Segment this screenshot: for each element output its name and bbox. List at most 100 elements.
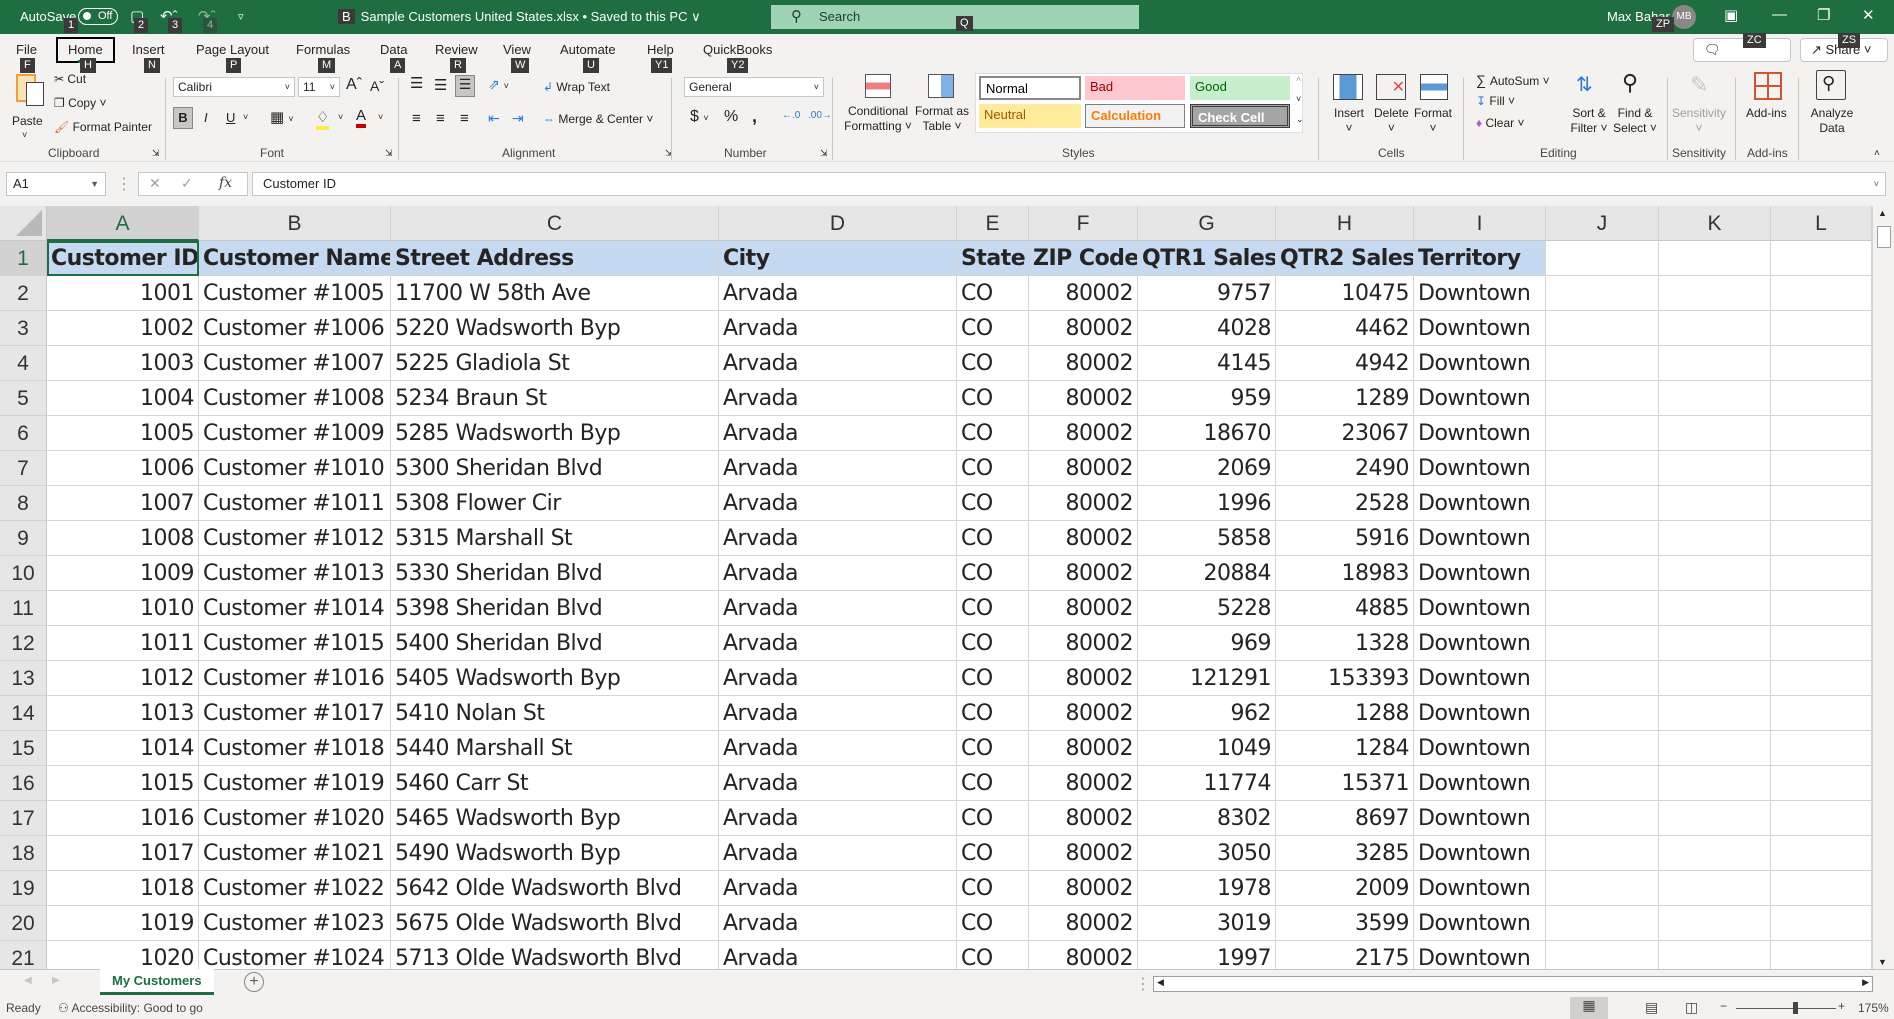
table-cell[interactable]: [1659, 591, 1771, 626]
align-bottom-icon[interactable]: ☰: [455, 75, 475, 97]
font-name-dropdown[interactable]: Calibri ˅: [173, 77, 295, 97]
table-cell[interactable]: [1771, 766, 1872, 801]
table-cell[interactable]: Arvada: [719, 801, 957, 836]
table-cell[interactable]: 4885: [1276, 591, 1414, 626]
table-cell[interactable]: [1546, 556, 1659, 591]
table-cell[interactable]: CO: [957, 311, 1029, 346]
table-cell[interactable]: [1659, 696, 1771, 731]
table-cell[interactable]: 1004: [47, 381, 199, 416]
table-cell[interactable]: 4028: [1138, 311, 1276, 346]
table-cell[interactable]: 3285: [1276, 836, 1414, 871]
percent-button[interactable]: %: [724, 108, 738, 126]
table-cell[interactable]: CO: [957, 731, 1029, 766]
borders-icon[interactable]: ▦ ˅: [270, 108, 294, 126]
table-cell[interactable]: 80002: [1029, 626, 1138, 661]
row-header[interactable]: 19: [0, 871, 47, 906]
tab-automate[interactable]: Automate: [560, 42, 616, 57]
row-header[interactable]: 5: [0, 381, 47, 416]
table-cell[interactable]: [1546, 451, 1659, 486]
table-cell[interactable]: 80002: [1029, 276, 1138, 311]
table-cell[interactable]: [1771, 836, 1872, 871]
table-cell[interactable]: Customer #1009: [199, 416, 391, 451]
zoom-in-icon[interactable]: +: [1838, 999, 1845, 1013]
table-cell[interactable]: [1546, 696, 1659, 731]
table-cell[interactable]: 5405 Wadsworth Byp: [391, 661, 719, 696]
table-cell[interactable]: [1546, 906, 1659, 941]
table-cell[interactable]: 80002: [1029, 836, 1138, 871]
header-cell[interactable]: Territory: [1414, 241, 1546, 276]
table-cell[interactable]: Customer #1014: [199, 591, 391, 626]
table-cell[interactable]: [1546, 661, 1659, 696]
table-cell[interactable]: 1011: [47, 626, 199, 661]
fill-button[interactable]: ↧ Fill ˅: [1476, 94, 1515, 108]
table-cell[interactable]: 1010: [47, 591, 199, 626]
table-cell[interactable]: Downtown: [1414, 661, 1546, 696]
gallery-down-icon[interactable]: ˅: [1296, 94, 1301, 104]
table-cell[interactable]: [1771, 346, 1872, 381]
table-cell[interactable]: Downtown: [1414, 521, 1546, 556]
font-color-dropdown-icon[interactable]: ˅: [378, 112, 383, 122]
table-cell[interactable]: 1007: [47, 486, 199, 521]
table-cell[interactable]: Arvada: [719, 591, 957, 626]
row-header[interactable]: 11: [0, 591, 47, 626]
table-cell[interactable]: 80002: [1029, 381, 1138, 416]
restore-icon[interactable]: ❐: [1817, 6, 1830, 24]
align-center-icon[interactable]: ≡: [436, 110, 445, 127]
table-cell[interactable]: Downtown: [1414, 346, 1546, 381]
table-cell[interactable]: Customer #1021: [199, 836, 391, 871]
header-cell[interactable]: State: [957, 241, 1029, 276]
decrease-font-icon[interactable]: Aˇ: [370, 78, 384, 94]
tab-page-layout[interactable]: Page Layout: [196, 42, 269, 57]
table-cell[interactable]: [1659, 766, 1771, 801]
table-cell[interactable]: CO: [957, 451, 1029, 486]
table-cell[interactable]: Customer #1007: [199, 346, 391, 381]
normal-view-icon[interactable]: ▦: [1570, 997, 1608, 1019]
table-cell[interactable]: 5285 Wadsworth Byp: [391, 416, 719, 451]
table-cell[interactable]: 3050: [1138, 836, 1276, 871]
header-cell[interactable]: Customer Name: [199, 241, 391, 276]
table-cell[interactable]: Customer #1013: [199, 556, 391, 591]
paste-button[interactable]: Paste: [12, 114, 43, 129]
table-cell[interactable]: 80002: [1029, 661, 1138, 696]
tab-quickbooks[interactable]: QuickBooks: [703, 42, 772, 57]
zoom-slider-thumb[interactable]: [1793, 1002, 1798, 1014]
table-cell[interactable]: [1771, 276, 1872, 311]
enter-icon[interactable]: ✓: [181, 175, 193, 192]
table-cell[interactable]: 153393: [1276, 661, 1414, 696]
bold-button[interactable]: B: [173, 107, 193, 129]
table-cell[interactable]: Arvada: [719, 696, 957, 731]
table-cell[interactable]: 80002: [1029, 416, 1138, 451]
table-cell[interactable]: 962: [1138, 696, 1276, 731]
table-cell[interactable]: Customer #1022: [199, 871, 391, 906]
table-cell[interactable]: CO: [957, 591, 1029, 626]
horizontal-scrollbar[interactable]: ◀ ▶: [1153, 976, 1873, 992]
table-cell[interactable]: Customer #1018: [199, 731, 391, 766]
zoom-level[interactable]: 175%: [1858, 1001, 1889, 1015]
table-cell[interactable]: 80002: [1029, 801, 1138, 836]
table-cell[interactable]: Downtown: [1414, 276, 1546, 311]
table-cell[interactable]: 11700 W 58th Ave: [391, 276, 719, 311]
row-header[interactable]: 6: [0, 416, 47, 451]
table-cell[interactable]: 1013: [47, 696, 199, 731]
table-cell[interactable]: Arvada: [719, 346, 957, 381]
table-cell[interactable]: 5220 Wadsworth Byp: [391, 311, 719, 346]
table-cell[interactable]: [1659, 731, 1771, 766]
table-cell[interactable]: 5410 Nolan St: [391, 696, 719, 731]
new-sheet-button[interactable]: +: [244, 972, 264, 992]
insert-cells-button[interactable]: Insert ˅: [1334, 106, 1364, 136]
align-right-icon[interactable]: ≡: [460, 110, 469, 127]
row-header[interactable]: 3: [0, 311, 47, 346]
table-cell[interactable]: [1659, 276, 1771, 311]
table-cell[interactable]: Arvada: [719, 731, 957, 766]
column-header-j[interactable]: J: [1546, 206, 1659, 241]
table-cell[interactable]: CO: [957, 556, 1029, 591]
table-cell[interactable]: CO: [957, 381, 1029, 416]
table-cell[interactable]: [1659, 626, 1771, 661]
table-cell[interactable]: Downtown: [1414, 731, 1546, 766]
table-cell[interactable]: Arvada: [719, 311, 957, 346]
table-cell[interactable]: [1659, 661, 1771, 696]
cancel-icon[interactable]: ✕: [149, 175, 161, 192]
table-cell[interactable]: Downtown: [1414, 906, 1546, 941]
table-cell[interactable]: Arvada: [719, 871, 957, 906]
row-header[interactable]: 7: [0, 451, 47, 486]
